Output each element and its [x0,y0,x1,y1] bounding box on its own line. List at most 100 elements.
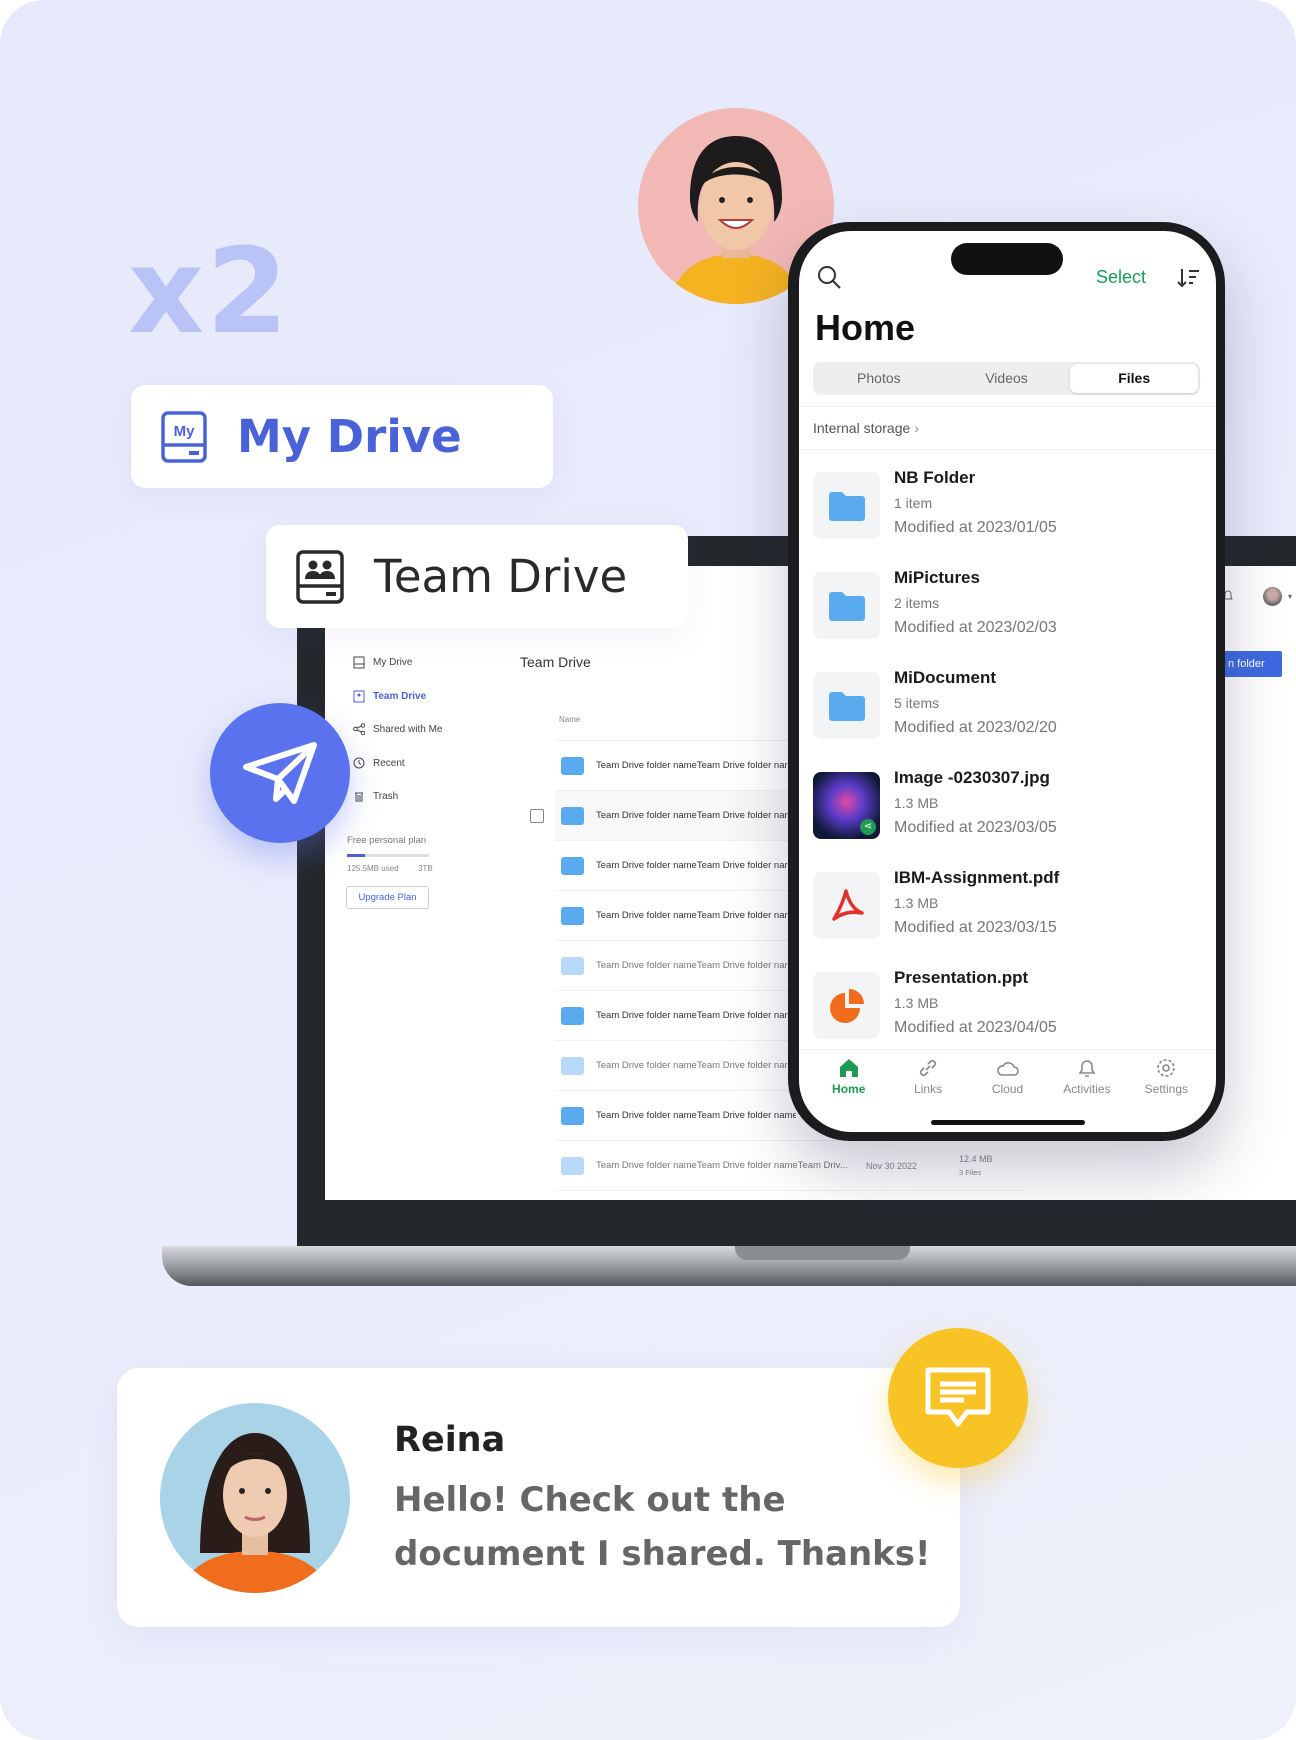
chevron-right-icon: › [914,420,919,436]
chat-card: Reina Hello! Check out the document I sh… [117,1368,960,1627]
file-modified: Modified at 2023/04/05 [894,1019,1057,1036]
breadcrumb-internal-storage[interactable]: Internal storage [813,420,910,436]
my-drive-card[interactable]: My My Drive [131,385,553,488]
folder-icon [828,691,865,721]
storage-total: 3TB [418,864,433,873]
row-name: Team Drive folder nameTeam Drive folder … [596,1110,796,1121]
file-name: MiPictures [894,568,980,587]
folder-icon [828,491,865,521]
nav-label: Links [914,1082,943,1096]
page-title: Home [815,307,916,348]
sidebar-item-label: Shared with Me [373,724,443,735]
sidebar-item-label: My Drive [373,657,413,668]
sidebar-item-label: Recent [373,757,405,769]
file-thumbnail [813,572,880,639]
row-checkbox[interactable] [530,809,544,823]
new-folder-button[interactable]: n folder [1224,651,1282,677]
sidebar-item-my-drive[interactable]: My Drive [353,656,412,669]
bottom-nav: Home Links Cloud Activities Settings [799,1049,1216,1109]
chevron-down-icon[interactable]: ▾ [1288,592,1292,601]
breadcrumb[interactable]: Internal storage › [813,420,919,436]
file-meta: 1.3 MB [894,995,939,1011]
row-date: Nov 30 2022 [866,1160,918,1171]
team-folder-icon [561,1006,584,1025]
file-list-item[interactable]: ⋖ Image -0230307.jpg 1.3 MB Modified at 202… [813,766,1203,866]
sidebar-item-team-drive[interactable]: Team Drive [353,690,426,703]
row-name: Team Drive folder nameTeam Drive folder … [596,1060,788,1071]
tab-files[interactable]: Files [1070,364,1199,393]
nav-label: Settings [1144,1082,1188,1096]
file-list-item[interactable]: MiDocument 5 items Modified at 2023/02/20 [813,666,1203,766]
file-list-item[interactable]: IBM-Assignment.pdf 1.3 MB Modified at 2023… [813,866,1203,966]
row-name: Team Drive folder nameTeam Drive folder … [596,960,788,971]
upgrade-plan-button[interactable]: Upgrade Plan [346,886,429,909]
folder-icon [828,591,865,621]
file-modified: Modified at 2023/02/03 [894,619,1057,636]
team-drive-card[interactable]: Team Drive [266,525,688,628]
team-folder-icon [561,1106,584,1125]
file-modified: Modified at 2023/03/05 [894,819,1057,836]
dynamic-island [951,243,1063,275]
nav-home[interactable]: Home [809,1050,888,1109]
storage-usage-fill [347,854,366,857]
ppt-icon [829,988,864,1023]
row-name: Team Drive folder nameTeam Drive folder … [596,760,788,771]
nav-activities[interactable]: Activities [1047,1050,1126,1109]
file-thumbnail [813,472,880,539]
sidebar-item-recent[interactable]: Recent [353,757,405,770]
share-icon [353,723,365,736]
file-list-item[interactable]: MiPictures 2 items Modified at 2023/02/03 [813,566,1203,666]
team-folder-icon [561,856,584,875]
file-name: Presentation.ppt [894,968,1029,987]
tab-bar: Photos Videos Files [813,362,1200,395]
file-name: Image -0230307.jpg [894,768,1050,787]
sort-icon[interactable] [1177,267,1201,289]
tab-videos[interactable]: Videos [943,364,1071,393]
message-icon [925,1367,991,1427]
chat-message: Hello! Check out the document I shared. … [394,1480,931,1574]
nav-links[interactable]: Links [888,1050,967,1109]
file-name: MiDocument [894,668,996,687]
cloud-icon [996,1062,1019,1076]
row-file-count: 3 Files [959,1168,982,1177]
clock-icon [353,757,365,768]
file-list-item[interactable]: NB Folder 1 item Modified at 2023/01/05 [813,466,1203,566]
sidebar-item-trash[interactable]: Trash [353,790,398,803]
storage-used: 125.5MB used [347,864,399,873]
row-size: 12.4 MB [959,1154,993,1164]
pdf-icon [831,888,864,921]
my-drive-label: My Drive [237,410,462,463]
nav-label: Activities [1063,1082,1111,1096]
nav-cloud[interactable]: Cloud [968,1050,1047,1109]
home-icon [839,1059,858,1077]
bell-icon [1078,1060,1096,1077]
row-name: Team Drive folder nameTeam Drive folder … [596,810,788,821]
plan-label: Free personal plan [347,835,427,846]
gear-icon [1157,1059,1176,1077]
send-button[interactable] [210,703,350,843]
column-header-name[interactable]: Name [559,715,580,724]
table-row[interactable]: Team Drive folder nameTeam Drive folder … [555,1141,1025,1191]
my-drive-icon [353,656,365,669]
select-button[interactable]: Select [1096,267,1146,288]
file-modified: Modified at 2023/03/15 [894,919,1057,936]
file-thumbnail [813,872,880,939]
nav-settings[interactable]: Settings [1127,1050,1206,1109]
sidebar-item-label: Team Drive [373,690,427,702]
file-name: NB Folder [894,468,976,487]
sidebar-item-shared-with-me[interactable]: Shared with Me [353,723,442,736]
row-name: Team Drive folder nameTeam Drive folder … [596,1010,788,1021]
search-icon[interactable] [817,265,843,291]
file-meta: 2 items [894,595,940,611]
file-thumbnail [813,672,880,739]
file-meta: 1.3 MB [894,795,939,811]
team-folder-icon [561,1156,584,1175]
tab-photos[interactable]: Photos [815,364,943,393]
file-modified: Modified at 2023/02/20 [894,719,1057,736]
file-meta: 1.3 MB [894,895,939,911]
storage-usage-bar [347,854,429,857]
trash-icon [355,792,363,802]
user-avatar[interactable] [1263,587,1282,606]
message-button[interactable] [888,1328,1028,1468]
team-drive-label: Team Drive [374,550,628,603]
